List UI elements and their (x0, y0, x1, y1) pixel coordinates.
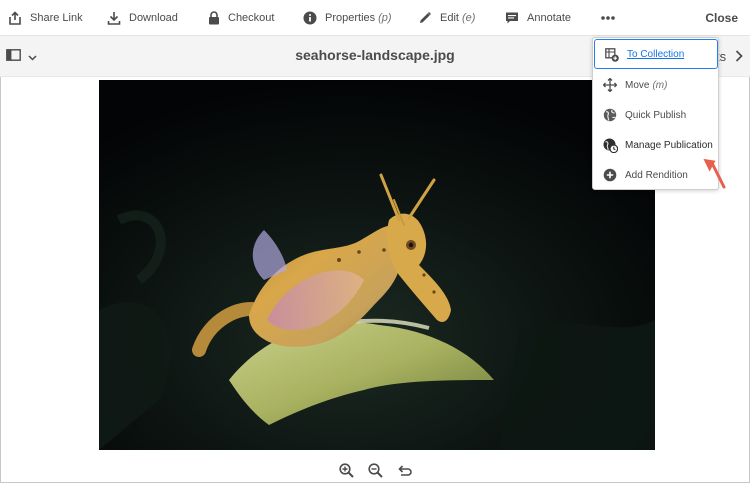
zoom-out-icon[interactable] (367, 463, 383, 478)
share-link-button[interactable]: Share Link (8, 0, 83, 36)
collection-add-icon (605, 48, 619, 65)
globe-icon (603, 108, 617, 125)
properties-shortcut: (p) (378, 12, 392, 24)
menu-item-quick-publish[interactable]: Quick Publish (593, 100, 720, 130)
more-icon (600, 15, 616, 21)
checkout-label: Checkout (228, 12, 275, 24)
asset-preview-image (99, 80, 655, 450)
edit-shortcut: (e) (461, 12, 476, 24)
seahorse-image (99, 80, 655, 450)
properties-label: Properties (325, 12, 376, 24)
annotate-label: Annotate (527, 12, 572, 24)
menu-item-to-collection[interactable]: To Collection (594, 39, 718, 69)
zoom-controls (0, 458, 750, 483)
comment-icon (505, 11, 519, 25)
menu-item-label: Add Rendition (625, 169, 688, 181)
top-toolbar: Share Link Download Checkout Properties … (0, 0, 750, 36)
chevron-right-icon[interactable] (735, 49, 743, 67)
menu-item-label: To Collection (627, 48, 685, 60)
share-icon (8, 11, 22, 25)
download-icon (107, 11, 121, 25)
share-link-label: Share Link (30, 12, 83, 24)
globe-clock-icon (603, 138, 619, 156)
reset-zoom-icon[interactable] (397, 464, 412, 477)
close-button[interactable]: Close (705, 0, 738, 36)
zoom-in-icon[interactable] (338, 463, 354, 478)
menu-item-label: Manage Publication (625, 139, 713, 151)
move-icon (602, 77, 618, 95)
menu-item-move[interactable]: Move (m) (593, 70, 720, 100)
annotate-button[interactable]: Annotate (505, 0, 571, 36)
edit-label: Edit (440, 12, 459, 24)
lock-icon (208, 11, 220, 25)
info-icon (303, 11, 317, 25)
menu-item-label: Move (m) (625, 79, 668, 91)
add-circle-icon (603, 168, 617, 185)
checkout-button[interactable]: Checkout (208, 0, 274, 36)
download-label: Download (129, 12, 178, 24)
more-actions-menu: To Collection Move (m) Quick Publish Mana… (592, 37, 719, 190)
more-actions-button[interactable] (600, 0, 616, 36)
menu-item-manage-publication[interactable]: Manage Publication (593, 130, 720, 160)
pencil-icon (418, 11, 432, 25)
edit-button[interactable]: Edit (e) (418, 0, 475, 36)
menu-item-add-rendition[interactable]: Add Rendition (593, 160, 720, 190)
menu-item-label: Quick Publish (625, 109, 687, 121)
download-button[interactable]: Download (107, 0, 178, 36)
properties-button[interactable]: Properties (p) (303, 0, 392, 36)
